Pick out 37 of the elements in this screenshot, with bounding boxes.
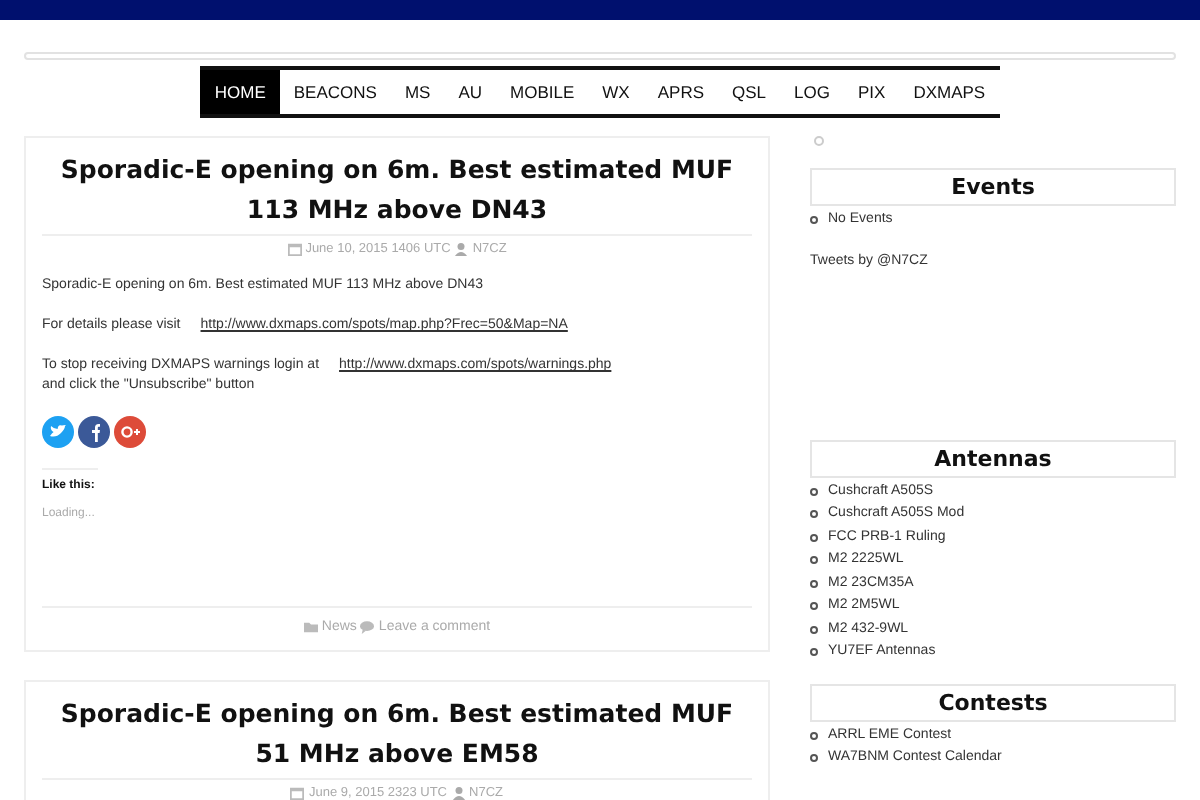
facebook-share-icon[interactable] (78, 416, 110, 448)
bullet-icon (810, 533, 818, 542)
nav-tab[interactable]: QSL (718, 70, 781, 114)
comment-icon (360, 620, 375, 634)
bullet-icon (810, 487, 818, 496)
nav-tab[interactable]: MOBILE (496, 70, 589, 114)
bullet-icon (814, 136, 824, 146)
nav-tab[interactable]: MS (390, 70, 445, 114)
bullet-icon (810, 731, 818, 740)
twitter-share-icon[interactable] (42, 416, 74, 448)
bullet-icon (810, 648, 818, 657)
nav-tab[interactable]: AU (444, 70, 497, 114)
google-plus-share-icon[interactable] (114, 416, 146, 448)
nav-tab[interactable]: WX (588, 70, 644, 114)
bullet-icon (810, 510, 818, 519)
bullet-icon (810, 602, 818, 611)
person-icon (454, 242, 469, 256)
bullet-icon (810, 579, 818, 588)
widget-title: Antennas (810, 439, 1176, 477)
bullet-icon (810, 216, 818, 225)
nav-tab[interactable]: DXMAPS (899, 70, 1000, 114)
nav-tab[interactable]: APRS (643, 70, 719, 114)
nav-tab[interactable]: PIX (843, 70, 900, 114)
nav-tab[interactable]: LOG (780, 70, 844, 114)
widget-title: Events (810, 168, 1176, 206)
person-icon (451, 786, 466, 800)
calendar-icon (287, 242, 302, 256)
bullet-icon (810, 625, 818, 634)
bullet-icon (810, 754, 818, 763)
post-title[interactable]: Sporadic-E opening on 6m. Best estimated MUF 113 MHz above DN43 (42, 150, 752, 236)
folder-icon (303, 620, 318, 634)
nav-tab[interactable]: HOME (200, 70, 280, 114)
widget-title: Contests (810, 683, 1176, 721)
bullet-icon (810, 556, 818, 565)
calendar-icon (290, 786, 305, 800)
nav-tab[interactable]: BEACONS (279, 70, 391, 114)
post-title[interactable]: Sporadic-E opening on 6m. Best estimated MUF 51 MHz above EM58 (42, 694, 752, 780)
